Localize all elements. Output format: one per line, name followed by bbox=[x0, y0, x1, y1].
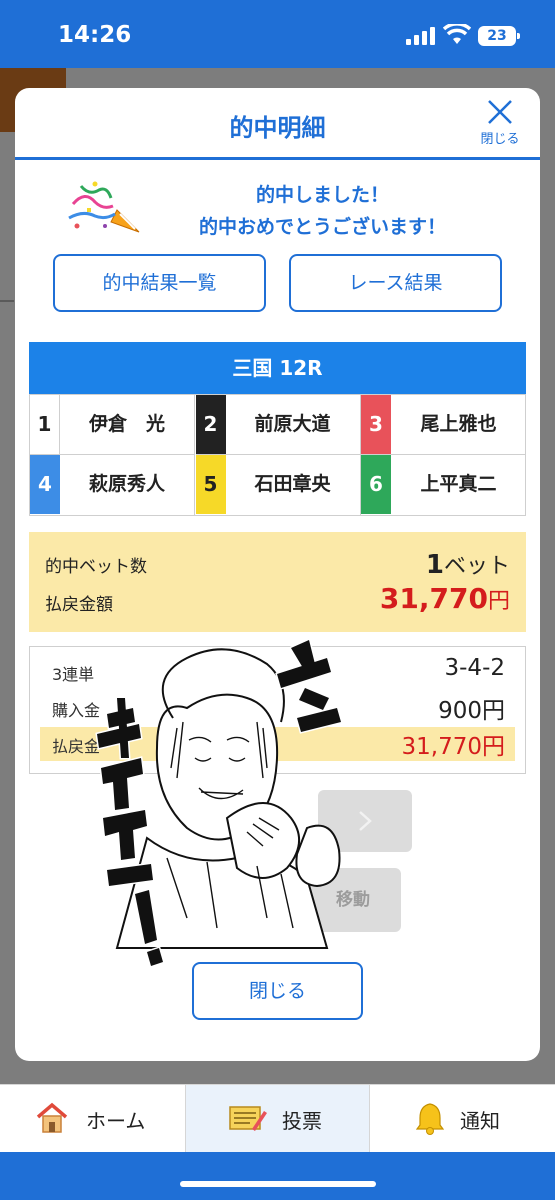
racer-name: 前原大道 bbox=[254, 413, 331, 435]
bet-count: 1ベット bbox=[426, 548, 510, 580]
close-x-button[interactable]: 閉じる bbox=[474, 98, 526, 147]
racer-number: 2 bbox=[195, 395, 226, 454]
racer-cell: 1 伊倉 光 bbox=[30, 395, 195, 455]
payout-value: 31,770 bbox=[379, 582, 488, 615]
clock: 14:26 bbox=[58, 22, 132, 48]
race-results-button[interactable]: レース結果 bbox=[289, 254, 502, 312]
racer-number: 1 bbox=[30, 395, 60, 454]
racer-number: 5 bbox=[195, 455, 226, 514]
close-x-label: 閉じる bbox=[480, 132, 520, 147]
background-divider bbox=[0, 300, 14, 302]
bottom-tab-bar: ホーム 投票 通知 bbox=[0, 1084, 555, 1153]
race-title: 三国 12R bbox=[29, 342, 526, 394]
racer-name: 上平真二 bbox=[420, 473, 497, 495]
cellular-signal-icon bbox=[406, 27, 436, 45]
congrats-message: 的中しました！ 的中おめでとうございます！ bbox=[15, 178, 540, 238]
bet-type-value: 3-4-2 bbox=[444, 655, 506, 681]
home-indicator bbox=[180, 1181, 376, 1187]
modal-header: 的中明細 閉じる bbox=[15, 88, 540, 160]
hit-summary: 的中ベット数 1ベット 払戻金額 31,770円 bbox=[29, 532, 526, 632]
racer-cell: 2 前原大道 bbox=[195, 395, 361, 455]
payout-amount: 31,770円 bbox=[380, 582, 510, 615]
payout-unit: 円 bbox=[487, 589, 510, 614]
racer-name: 石田章央 bbox=[254, 473, 331, 495]
hit-detail-modal: 的中明細 閉じる 的中しました！ 的中おめでとうございます！ 的中結果一覧 レー… bbox=[15, 88, 540, 1061]
payout-label: 払戻金額 bbox=[45, 595, 113, 615]
racer-number: 3 bbox=[361, 395, 391, 454]
racer-cell: 3 尾上雅也 bbox=[361, 395, 526, 455]
tab-vote-label: 投票 bbox=[282, 1109, 322, 1133]
racer-number: 6 bbox=[361, 455, 391, 514]
wifi-icon bbox=[443, 24, 471, 44]
results-list-button[interactable]: 的中結果一覧 bbox=[53, 254, 266, 312]
bet-count-unit: ベット bbox=[443, 554, 510, 579]
racer-cell: 5 石田章央 bbox=[195, 455, 361, 515]
home-icon bbox=[36, 1102, 68, 1133]
modal-title: 的中明細 bbox=[229, 114, 326, 142]
tab-home-label: ホーム bbox=[86, 1109, 146, 1133]
manga-sticker-image bbox=[95, 637, 343, 968]
purchase-value: 900円 bbox=[438, 698, 505, 724]
battery-icon: 23 bbox=[478, 26, 520, 46]
ballot-icon bbox=[229, 1106, 267, 1131]
bell-icon bbox=[416, 1103, 444, 1135]
racer-number: 4 bbox=[30, 455, 60, 514]
racer-grid: 1 伊倉 光 2 前原大道 3 尾上雅也 4 萩原秀人 5 石田章央 6 上平真二 bbox=[29, 394, 526, 516]
home-indicator-bar bbox=[0, 1152, 555, 1200]
status-bar: 14:26 23 bbox=[0, 0, 555, 68]
close-icon bbox=[488, 100, 512, 124]
racer-name: 伊倉 光 bbox=[88, 413, 165, 435]
racer-name: 萩原秀人 bbox=[88, 473, 165, 495]
party-popper-icon bbox=[68, 181, 140, 233]
detail-payout-value: 31,770円 bbox=[401, 734, 505, 760]
racer-cell: 4 萩原秀人 bbox=[30, 455, 195, 515]
close-button[interactable]: 閉じる bbox=[192, 962, 363, 1020]
tab-vote[interactable]: 投票 bbox=[186, 1085, 369, 1153]
racer-name: 尾上雅也 bbox=[420, 413, 497, 435]
tab-home[interactable]: ホーム bbox=[0, 1085, 185, 1153]
tab-notify[interactable]: 通知 bbox=[370, 1085, 555, 1153]
tab-notify-label: 通知 bbox=[460, 1109, 500, 1133]
racer-cell: 6 上平真二 bbox=[361, 455, 526, 515]
congrats-line-1: 的中しました！ bbox=[255, 184, 389, 206]
congrats-line-2: 的中おめでとうございます！ bbox=[198, 216, 446, 238]
bet-count-label: 的中ベット数 bbox=[45, 557, 147, 577]
bet-count-value: 1 bbox=[425, 550, 444, 580]
